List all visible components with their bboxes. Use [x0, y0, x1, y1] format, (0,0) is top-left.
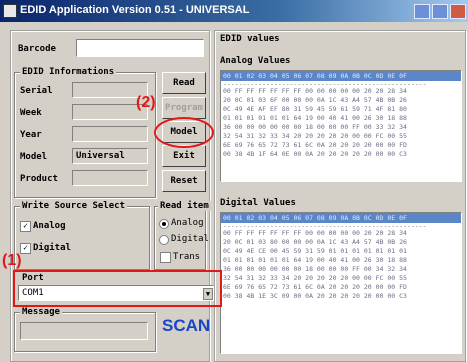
analog-hex-row: 6E 69 76 65 72 73 61 6C 0A 20 20 20 20 0…	[223, 141, 407, 149]
scan-button[interactable]: SCAN	[162, 316, 210, 336]
trans-checkbox[interactable]	[160, 252, 171, 263]
annotation-one: (1)	[2, 252, 22, 269]
read-button[interactable]: Read	[162, 72, 206, 94]
annotation-oval	[154, 117, 214, 148]
annotation-rect	[13, 270, 222, 307]
analog-read-radio[interactable]	[159, 219, 169, 229]
maximize-icon[interactable]	[432, 4, 448, 19]
model-label: Model	[20, 152, 48, 162]
app-window: EDID Application Version 0.51 - UNIVERSA…	[0, 0, 468, 362]
digital-write-label: Digital	[33, 243, 71, 253]
exit-button[interactable]: Exit	[162, 145, 206, 167]
digital-read-radio[interactable]	[159, 235, 169, 245]
digital-values-box[interactable]: 00 01 02 03 04 05 06 07 08 09 0A 0B 0C 0…	[220, 212, 462, 354]
annotation-two: (2)	[136, 94, 156, 111]
digital-hex-row: 00 38 4B 1E 3C 09 00 0A 20 20 20 20 20 0…	[223, 292, 407, 300]
analog-hex-row: 32 54 31 32 33 34 20 20 20 20 20 00 00 F…	[223, 132, 407, 140]
message-title: Message	[20, 307, 62, 317]
analog-hex-row: 00 38 4B 1F 64 0E 00 0A 20 20 20 20 20 0…	[223, 150, 407, 158]
digital-hex-row: 20 0C 01 03 80 00 00 00 0A 1C 43 A4 57 4…	[223, 238, 407, 246]
barcode-label: Barcode	[18, 44, 56, 54]
analog-values-box[interactable]: 00 01 02 03 04 05 06 07 08 09 0A 0B 0C 0…	[220, 70, 462, 182]
barcode-input[interactable]	[76, 39, 204, 57]
edid-values-title: EDID values	[220, 34, 280, 44]
year-field[interactable]	[72, 126, 148, 142]
write-source-group	[14, 206, 150, 270]
window-title: EDID Application Version 0.51 - UNIVERSA…	[20, 4, 250, 16]
analog-values-title: Analog Values	[220, 56, 291, 66]
model-field[interactable]: Universal	[72, 148, 148, 164]
message-field	[20, 322, 148, 340]
minimize-icon[interactable]	[414, 4, 430, 19]
analog-hex-row: 20 0C 01 03 6F 00 00 00 0A 1C 43 A4 57 4…	[223, 96, 407, 104]
analog-hex-row: 36 00 00 00 00 00 00 18 00 00 00 FF 00 3…	[223, 123, 407, 131]
digital-hex-row: 01 01 01 01 01 01 64 19 00 40 41 00 26 3…	[223, 256, 407, 264]
digital-hex-row: 0C 49 4E CE 00 45 59 31 59 01 01 01 01 0…	[223, 247, 407, 255]
digital-hex-row: 32 54 31 32 33 34 20 20 20 20 20 00 00 F…	[223, 274, 407, 282]
analog-write-label: Analog	[33, 221, 66, 231]
digital-write-checkbox[interactable]: ✓	[20, 243, 31, 254]
analog-write-checkbox[interactable]: ✓	[20, 221, 31, 232]
analog-hex-row: 00 FF FF FF FF FF FF 00 00 00 00 00 20 2…	[223, 87, 407, 95]
digital-hex-row: 36 00 00 00 00 00 00 18 00 00 00 FF 00 3…	[223, 265, 407, 273]
analog-hex-row: 01 01 01 01 01 01 64 19 00 40 41 00 26 3…	[223, 114, 407, 122]
program-button[interactable]: Program	[162, 97, 206, 119]
product-label: Product	[20, 174, 58, 184]
app-icon	[3, 4, 17, 18]
digital-hex-row: 00 FF FF FF FF FF FF 00 00 00 00 00 20 2…	[223, 229, 407, 237]
serial-label: Serial	[20, 86, 53, 96]
trans-label: Trans	[173, 252, 201, 262]
week-label: Week	[20, 108, 42, 118]
product-field[interactable]	[72, 170, 148, 186]
read-item-title: Read item	[158, 201, 211, 211]
digital-read-label: Digital	[171, 234, 209, 244]
year-label: Year	[20, 130, 42, 140]
analog-hex-row: 0C 49 4E AF EF 80 31 59 45 59 61 59 71 4…	[223, 105, 407, 113]
edid-informations-title: EDID Informations	[20, 67, 117, 77]
digital-hex-row: 6E 69 76 65 72 73 61 6C 0A 20 20 20 20 0…	[223, 283, 407, 291]
title-bar[interactable]: EDID Application Version 0.51 - UNIVERSA…	[0, 0, 468, 22]
write-source-title: Write Source Select	[20, 201, 127, 211]
digital-values-title: Digital Values	[220, 198, 296, 208]
analog-read-label: Analog	[171, 218, 204, 228]
reset-button[interactable]: Reset	[162, 170, 206, 192]
close-icon[interactable]	[450, 4, 466, 19]
